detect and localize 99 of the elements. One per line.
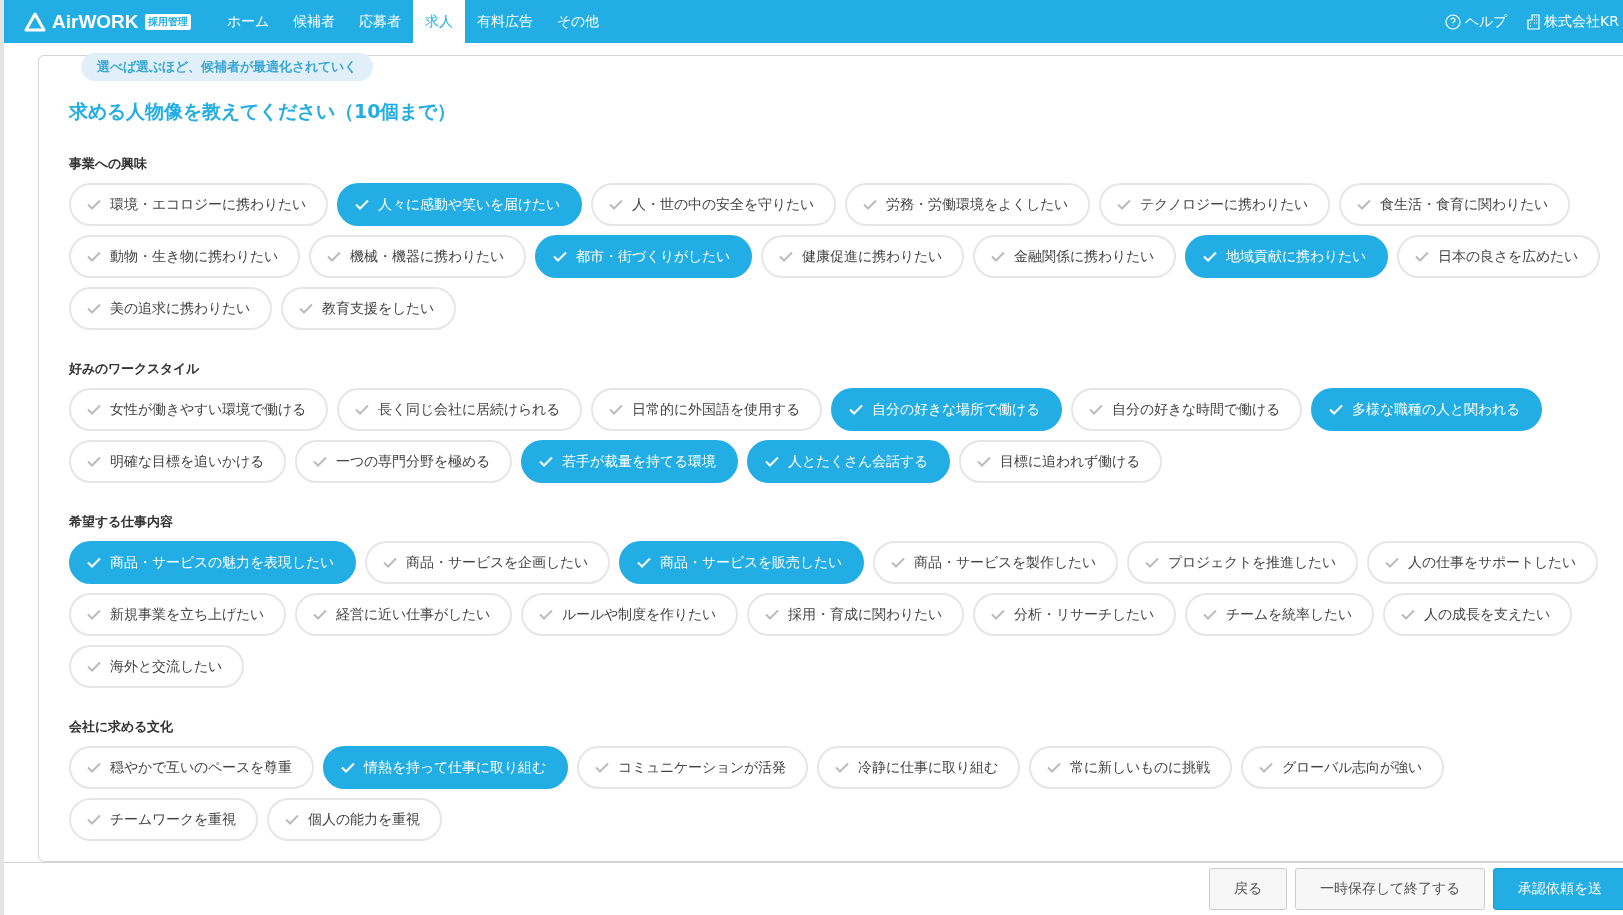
option-chip[interactable]: 金融関係に携わりたい (973, 235, 1176, 278)
check-icon (87, 303, 101, 314)
option-chip[interactable]: 長く同じ会社に居続けられる (337, 388, 582, 431)
option-chip[interactable]: 労務・労働環境をよくしたい (845, 183, 1090, 226)
option-chip[interactable]: 健康促進に携わりたい (761, 235, 964, 278)
check-icon (299, 303, 313, 314)
option-chip[interactable]: ルールや制度を作りたい (521, 593, 738, 636)
option-chip[interactable]: 女性が働きやすい環境で働ける (69, 388, 328, 431)
check-icon (87, 199, 101, 210)
check-icon (595, 762, 609, 773)
help-icon (1445, 13, 1462, 30)
check-icon (1203, 251, 1217, 262)
check-icon (87, 762, 101, 773)
option-chip[interactable]: 経営に近い仕事がしたい (295, 593, 512, 636)
check-icon (313, 609, 327, 620)
triangle-logo-icon (24, 11, 46, 32)
option-chip[interactable]: 穏やかで互いのペースを尊重 (69, 746, 314, 789)
check-icon (1047, 762, 1061, 773)
check-icon (539, 609, 553, 620)
footer-button[interactable]: 一時保存して終了する (1295, 868, 1485, 910)
check-icon (355, 404, 369, 415)
check-icon (765, 456, 779, 467)
check-icon (341, 762, 355, 773)
hint-bubble: 選べば選ぶほど、候補者が最適化されていく (81, 53, 373, 81)
check-icon (87, 456, 101, 467)
option-chip[interactable]: 人の成長を支えたい (1383, 593, 1572, 636)
option-chip[interactable]: 常に新しいものに挑戦 (1029, 746, 1232, 789)
option-chip[interactable]: 動物・生き物に携わりたい (69, 235, 300, 278)
check-icon (1329, 404, 1343, 415)
option-chip[interactable]: 教育支援をしたい (281, 287, 456, 330)
option-chip[interactable]: 新規事業を立ち上げたい (69, 593, 286, 636)
check-icon (1089, 404, 1103, 415)
check-icon (1415, 251, 1429, 262)
check-icon (991, 251, 1005, 262)
check-icon (285, 814, 299, 825)
logo-badge: 採用管理 (144, 13, 191, 30)
check-icon (609, 199, 623, 210)
option-chip[interactable]: 明確な目標を追いかける (69, 440, 286, 483)
check-icon (1259, 762, 1273, 773)
check-icon (891, 557, 905, 568)
check-icon (849, 404, 863, 415)
check-icon (383, 557, 397, 568)
logo-text: AirWORK (52, 10, 139, 33)
check-icon (87, 251, 101, 262)
check-icon (1203, 609, 1217, 620)
check-icon (1117, 199, 1131, 210)
option-chip[interactable]: 人・世の中の安全を守りたい (591, 183, 836, 226)
check-icon (779, 251, 793, 262)
section-title: 会社に求める文化 (69, 718, 174, 736)
check-icon (355, 199, 369, 210)
option-chip[interactable]: 機械・機器に携わりたい (309, 235, 526, 278)
option-chip[interactable]: 採用・育成に関わりたい (747, 593, 964, 636)
check-icon (863, 199, 877, 210)
check-icon (765, 609, 779, 620)
option-chip[interactable]: 人の仕事をサポートしたい (1367, 541, 1598, 584)
check-icon (327, 251, 341, 262)
check-icon (539, 456, 553, 467)
check-icon (553, 251, 567, 262)
check-icon (977, 456, 991, 467)
option-chip[interactable]: 美の追求に携わりたい (69, 287, 272, 330)
option-chip[interactable]: 日本の良さを広めたい (1397, 235, 1600, 278)
option-chip[interactable]: 自分の好きな時間で働ける (1071, 388, 1302, 431)
section-title: 事業への興味 (69, 155, 148, 173)
check-icon (87, 661, 101, 672)
option-chip[interactable]: 商品・サービスを製作したい (873, 541, 1118, 584)
option-chip[interactable]: 一つの専門分野を極める (295, 440, 512, 483)
footer-button[interactable]: 戻る (1209, 868, 1287, 910)
check-icon (637, 557, 651, 568)
check-icon (87, 557, 101, 568)
building-icon (1527, 13, 1541, 30)
check-icon (313, 456, 327, 467)
option-chip[interactable]: 分析・リサーチしたい (973, 593, 1176, 636)
check-icon (609, 404, 623, 415)
option-chip[interactable]: 環境・エコロジーに携わりたい (69, 183, 328, 226)
check-icon (1145, 557, 1159, 568)
option-chip[interactable]: 冷静に仕事に取り組む (817, 746, 1020, 789)
option-chip[interactable]: 日常的に外国語を使用する (591, 388, 822, 431)
option-chip[interactable]: 個人の能力を重視 (267, 798, 442, 841)
check-icon (1385, 557, 1399, 568)
check-icon (1357, 199, 1371, 210)
check-icon (835, 762, 849, 773)
option-chip[interactable]: チームワークを重視 (69, 798, 258, 841)
page-title: 求める人物像を教えてください（10個まで） (69, 99, 458, 124)
section-title: 希望する仕事内容 (69, 513, 174, 531)
option-chip[interactable]: 食生活・食育に関わりたい (1339, 183, 1570, 226)
option-chip[interactable]: 海外と交流したい (69, 645, 244, 688)
section-title: 好みのワークスタイル (69, 360, 200, 378)
option-chip[interactable]: 商品・サービスを企画したい (365, 541, 610, 584)
check-icon (87, 609, 101, 620)
check-icon (1401, 609, 1415, 620)
option-chip[interactable]: コミュニケーションが活発 (577, 746, 808, 789)
option-chip[interactable]: 目標に追われず働ける (959, 440, 1162, 483)
option-chip[interactable]: テクノロジーに携わりたい (1099, 183, 1330, 226)
option-chip[interactable]: プロジェクトを推進したい (1127, 541, 1358, 584)
check-icon (991, 609, 1005, 620)
check-icon (87, 404, 101, 415)
option-chip[interactable]: チームを統率したい (1185, 593, 1374, 636)
option-chip[interactable]: グローバル志向が強い (1241, 746, 1444, 789)
check-icon (87, 814, 101, 825)
